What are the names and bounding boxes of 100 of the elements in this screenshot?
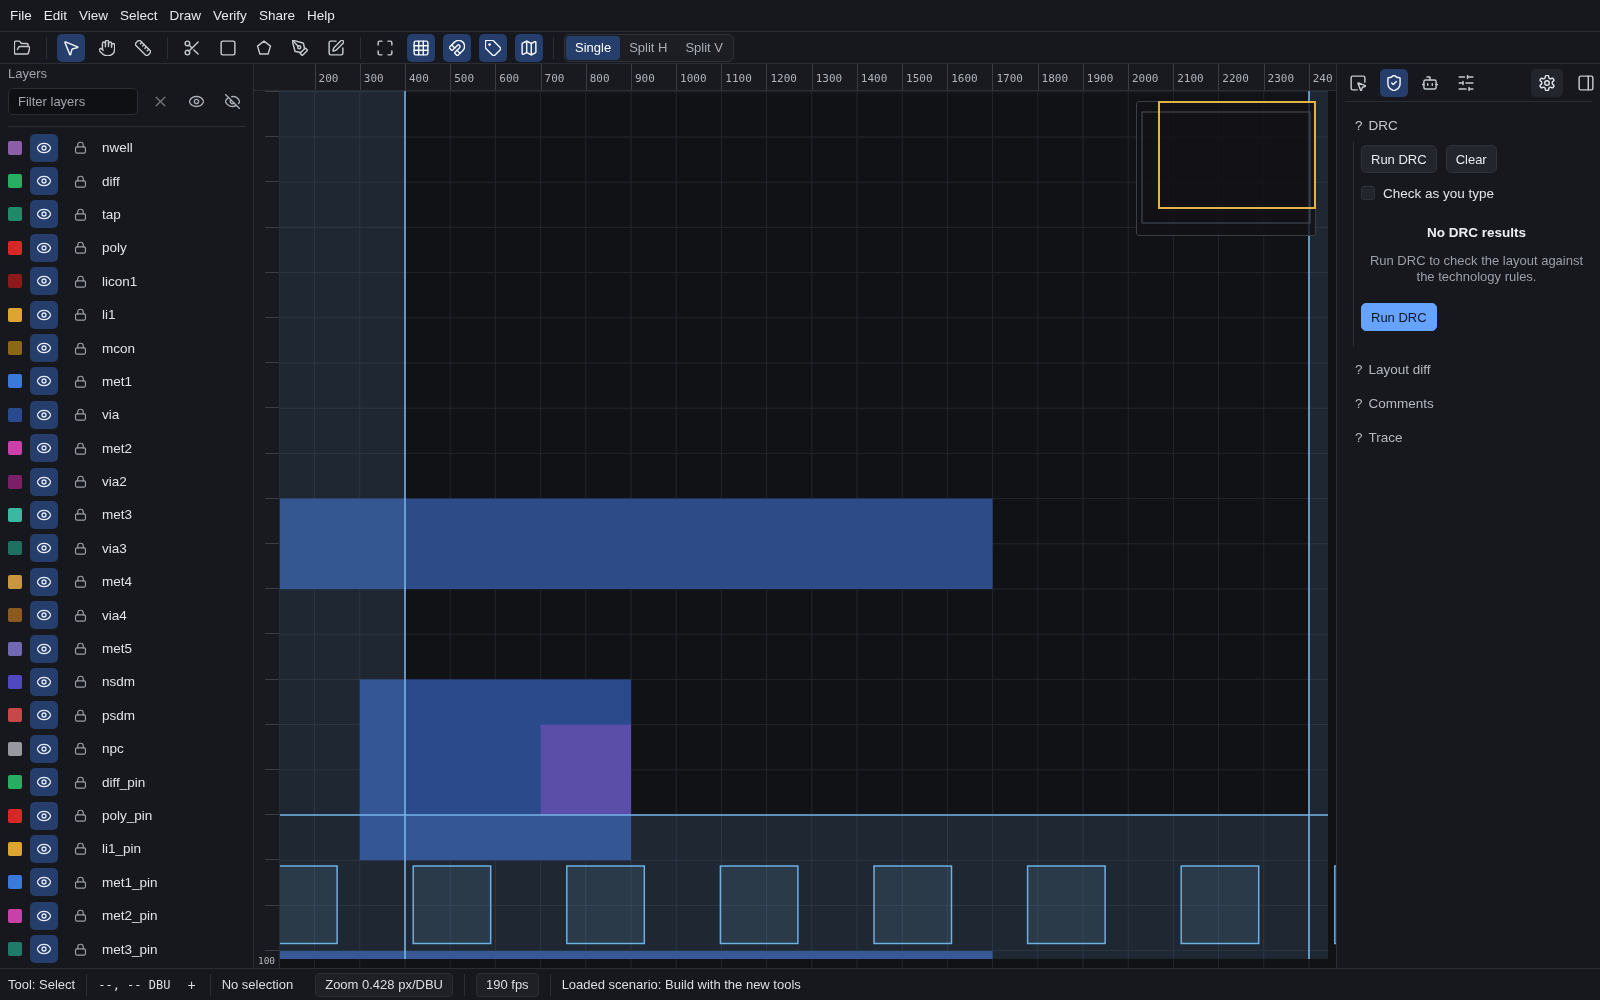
shield-check-icon xyxy=(1386,74,1402,91)
snap-toggle-button[interactable] xyxy=(443,33,471,62)
visibility-toggle[interactable] xyxy=(30,801,58,830)
lock-icon xyxy=(73,642,87,656)
menu-item[interactable]: Draw xyxy=(163,4,208,27)
visibility-toggle[interactable] xyxy=(30,534,58,563)
visibility-toggle[interactable] xyxy=(30,467,58,496)
run-drc-button[interactable]: Run DRC xyxy=(1361,303,1437,331)
lock-icon xyxy=(73,575,87,589)
ruler-label: 2300 xyxy=(1263,64,1309,90)
visibility-toggle[interactable] xyxy=(30,400,58,429)
menu-item[interactable]: File xyxy=(4,4,38,27)
ruler-label: 1100 xyxy=(721,64,767,90)
menu-item[interactable]: Share xyxy=(252,4,301,27)
checkbox[interactable] xyxy=(1361,186,1375,200)
section-header[interactable]: ? Comments xyxy=(1345,386,1592,420)
eye-icon xyxy=(37,274,51,289)
visibility-toggle[interactable] xyxy=(30,834,58,863)
visibility-toggle[interactable] xyxy=(30,567,58,596)
panel-tab[interactable] xyxy=(1380,68,1408,97)
lock-icon xyxy=(73,541,87,555)
lock-icon xyxy=(73,508,87,522)
fps-indicator: 190 fps xyxy=(475,972,539,997)
lock-icon xyxy=(73,909,87,923)
eye-icon xyxy=(37,207,51,222)
add-point-button[interactable]: + xyxy=(184,976,199,993)
lock-icon xyxy=(73,475,87,489)
layer-name: met4 xyxy=(102,574,132,590)
lock-icon xyxy=(73,408,87,422)
layer-name: via2 xyxy=(102,474,127,490)
visibility-toggle[interactable] xyxy=(30,868,58,897)
ruler-label: 1500 xyxy=(902,64,948,90)
visibility-toggle[interactable] xyxy=(30,367,58,396)
visibility-toggle[interactable] xyxy=(30,935,58,964)
menu-item[interactable]: View xyxy=(73,4,115,27)
menu-item[interactable]: Edit xyxy=(37,4,74,27)
layer-name: nsdm xyxy=(102,674,135,690)
visibility-toggle[interactable] xyxy=(30,300,58,329)
lock-icon xyxy=(73,608,87,622)
visibility-toggle[interactable] xyxy=(30,167,58,196)
layer-name: met2_pin xyxy=(102,908,158,924)
ruler-label: 1400 xyxy=(856,64,903,90)
lock-icon xyxy=(73,842,87,856)
lock-icon xyxy=(73,441,87,455)
section-header[interactable]: ? DRC xyxy=(1345,108,1592,142)
section-header[interactable]: ? Trace xyxy=(1345,420,1592,454)
visibility-toggle[interactable] xyxy=(30,901,58,930)
menu-item[interactable]: Help xyxy=(300,4,341,27)
eye-icon xyxy=(37,341,51,356)
pointer-icon xyxy=(63,39,79,56)
view-mode-option[interactable]: Split H xyxy=(620,35,677,60)
visibility-toggle[interactable] xyxy=(30,768,58,797)
ruler-label: 600 xyxy=(495,64,541,90)
select-tool-button[interactable] xyxy=(57,33,85,62)
ruler-label: 1700 xyxy=(992,64,1038,90)
visibility-toggle[interactable] xyxy=(30,200,58,229)
lock-icon xyxy=(73,241,87,255)
visibility-toggle[interactable] xyxy=(30,501,58,529)
settings-button[interactable] xyxy=(1531,68,1563,97)
grid-icon xyxy=(413,39,429,56)
visibility-toggle[interactable] xyxy=(30,334,58,363)
view-mode-option[interactable]: Split V xyxy=(676,35,732,60)
eye-icon xyxy=(37,574,51,589)
menu-item[interactable]: Select xyxy=(114,4,164,27)
labels-toggle-button[interactable] xyxy=(479,33,507,62)
action-button[interactable]: Clear xyxy=(1445,145,1497,173)
visibility-toggle[interactable] xyxy=(30,667,58,696)
action-button[interactable]: Run DRC xyxy=(1361,145,1437,173)
layer-name: met1 xyxy=(102,373,132,389)
folder-icon xyxy=(14,39,30,56)
visibility-toggle[interactable] xyxy=(30,634,58,663)
visibility-toggle[interactable] xyxy=(30,734,58,763)
lock-icon xyxy=(73,775,87,789)
eye-icon xyxy=(37,374,51,389)
grid-toggle-button[interactable] xyxy=(407,33,435,62)
layer-name: psdm xyxy=(102,707,135,723)
magnet-icon xyxy=(449,39,465,56)
eye-icon xyxy=(37,240,51,255)
minimap-toggle-button[interactable] xyxy=(515,33,543,62)
pen-nib-icon xyxy=(292,39,308,56)
visibility-toggle[interactable] xyxy=(30,434,58,463)
eye-icon xyxy=(37,775,51,790)
eye-icon xyxy=(37,875,51,890)
checkbox-label: Check as you type xyxy=(1383,185,1495,201)
section-header[interactable]: ? Layout diff xyxy=(1345,352,1592,386)
eye-icon xyxy=(37,908,51,923)
visibility-toggle[interactable] xyxy=(30,701,58,730)
menu-item[interactable]: Verify xyxy=(207,4,253,27)
visibility-toggle[interactable] xyxy=(30,601,58,630)
layer-name: met2 xyxy=(102,440,132,456)
layer-name: diff xyxy=(102,173,120,189)
filter-field[interactable]: Filter layers xyxy=(8,88,138,115)
view-mode-option[interactable]: Single xyxy=(566,35,621,60)
empty-state-title: No DRC results xyxy=(1426,225,1527,241)
visibility-toggle[interactable] xyxy=(30,133,58,162)
visibility-toggle[interactable] xyxy=(30,233,58,262)
ruler-label: 300 xyxy=(359,64,405,90)
sidebar-icon xyxy=(1578,74,1594,91)
lock-icon xyxy=(73,742,87,756)
visibility-toggle[interactable] xyxy=(30,267,58,296)
